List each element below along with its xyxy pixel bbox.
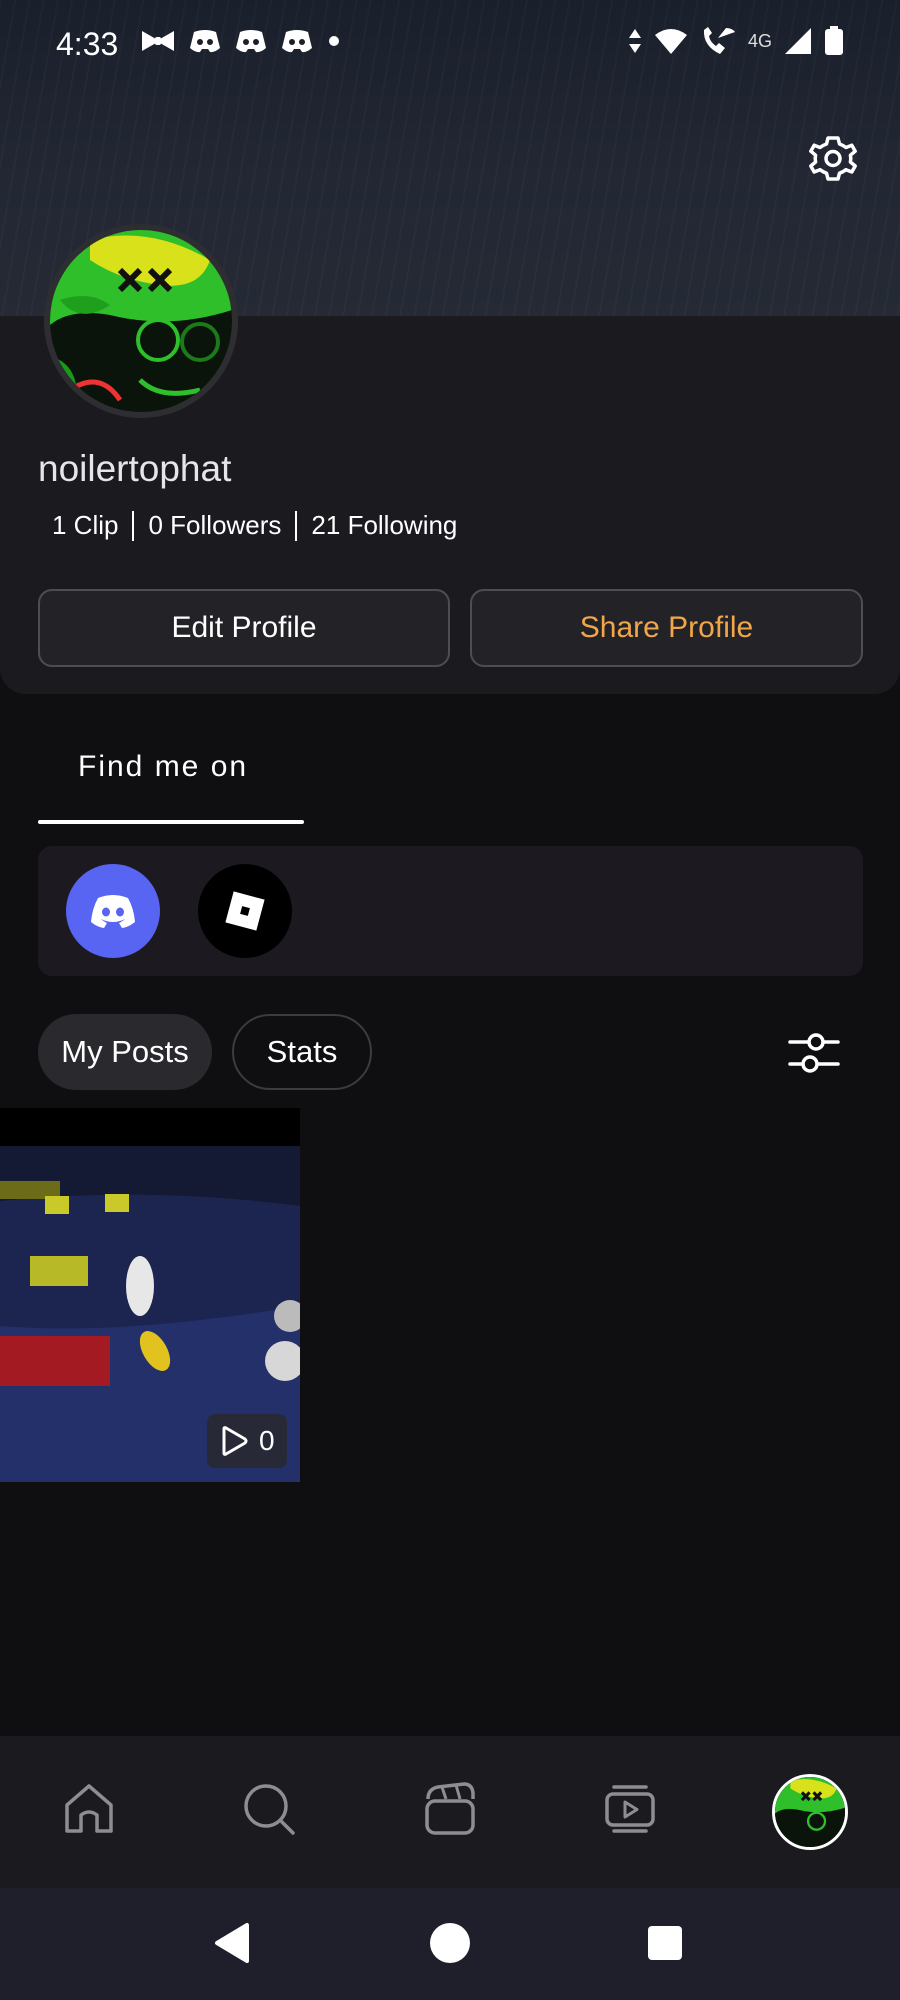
discord-icon [236, 30, 266, 53]
data-arrows-icon [628, 29, 641, 53]
system-home-button[interactable] [425, 1918, 475, 1968]
discord-link[interactable] [66, 864, 160, 958]
edit-profile-button[interactable]: Edit Profile [38, 589, 450, 667]
nav-search[interactable] [234, 1774, 304, 1844]
back-icon [215, 1923, 249, 1963]
view-count-value: 0 [259, 1425, 275, 1456]
social-links [38, 846, 863, 976]
profile-avatar[interactable] [44, 224, 238, 418]
share-profile-button[interactable]: Share Profile [470, 589, 863, 667]
wifi-call-icon [703, 27, 735, 54]
avatar-image [775, 1777, 845, 1847]
gear-icon [809, 136, 857, 181]
stats-divider [132, 510, 135, 541]
bowtie-icon [142, 31, 174, 51]
play-icon [222, 1426, 248, 1456]
filter-button[interactable] [788, 1028, 840, 1078]
nav-library[interactable] [595, 1774, 665, 1844]
settings-button[interactable] [805, 130, 861, 186]
system-back-button[interactable] [208, 1918, 258, 1968]
followers-count[interactable]: 0 Followers [148, 510, 281, 541]
network-type: 4G [747, 30, 772, 51]
post-thumbnail[interactable]: 0 [0, 1108, 300, 1482]
nav-profile-avatar[interactable] [772, 1774, 848, 1850]
home-icon [65, 1784, 113, 1833]
roblox-icon [225, 891, 265, 931]
wifi-icon [654, 29, 687, 54]
avatar-image [50, 230, 232, 412]
discord-icon [282, 30, 312, 53]
nav-clips[interactable] [415, 1774, 485, 1844]
tab-my-posts[interactable]: My Posts [38, 1014, 212, 1090]
stats-divider [295, 510, 298, 541]
bottom-nav [0, 1736, 900, 1888]
discord-icon [190, 30, 220, 53]
tab-stats[interactable]: Stats [232, 1014, 372, 1090]
dot-icon [329, 36, 339, 46]
status-bar: 4:33 4G [0, 0, 900, 92]
video-library-icon [605, 1785, 655, 1833]
username: noilertophat [38, 448, 232, 489]
profile-stats: 1 Clip 0 Followers 21 Following [52, 510, 457, 541]
system-recents-button[interactable] [640, 1918, 690, 1968]
tab-find-me-on[interactable]: Find me on [78, 750, 248, 784]
system-navigation-bar [0, 1888, 900, 2000]
system-status-icons: 4G [628, 26, 844, 56]
recents-icon [648, 1926, 682, 1960]
notification-icons [140, 28, 342, 54]
signal-icon [785, 28, 811, 54]
home-circle-icon [430, 1923, 470, 1963]
status-time: 4:33 [56, 26, 119, 62]
clip-count[interactable]: 1 Clip [52, 510, 118, 541]
following-count[interactable]: 21 Following [311, 510, 457, 541]
view-count: 0 [207, 1414, 287, 1468]
tab-underline [38, 820, 304, 824]
nav-home[interactable] [54, 1774, 124, 1844]
search-icon [244, 1784, 295, 1835]
clapper-icon [425, 1782, 475, 1835]
battery-icon [825, 26, 843, 55]
sliders-icon [788, 1033, 840, 1073]
roblox-link[interactable] [198, 864, 292, 958]
discord-icon [91, 895, 135, 928]
